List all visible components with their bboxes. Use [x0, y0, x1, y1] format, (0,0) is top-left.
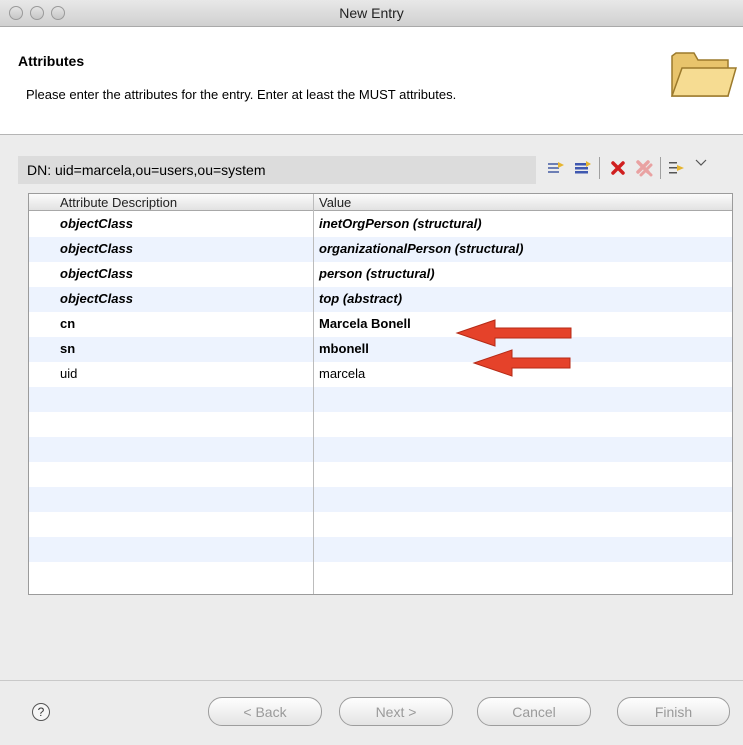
- table-row[interactable]: sn mbonell: [29, 337, 732, 362]
- empty-row: [29, 387, 732, 412]
- column-divider: [313, 194, 314, 594]
- delete-button[interactable]: [607, 157, 629, 179]
- column-header-value[interactable]: Value: [319, 195, 351, 210]
- attribute-cell: uid: [60, 366, 78, 381]
- empty-row: [29, 512, 732, 537]
- new-value-icon: [575, 161, 591, 174]
- delete-all-button[interactable]: [633, 157, 655, 179]
- folder-icon: [670, 52, 737, 97]
- empty-row: [29, 412, 732, 437]
- attribute-cell: sn: [60, 341, 76, 356]
- table-row[interactable]: objectClass top (abstract): [29, 287, 732, 312]
- back-button[interactable]: < Back: [208, 697, 322, 726]
- new-value-button[interactable]: [572, 157, 594, 179]
- annotation-arrow-icon: [455, 319, 572, 347]
- table-row[interactable]: uid marcela: [29, 362, 732, 387]
- new-entry-dialog: New Entry Attributes Please enter the at…: [0, 0, 743, 745]
- help-button[interactable]: ?: [32, 703, 50, 721]
- footer-divider: [0, 680, 743, 681]
- attribute-cell: objectClass: [60, 266, 133, 281]
- attributes-table[interactable]: Attribute Description Value objectClass …: [28, 193, 733, 595]
- page-description: Please enter the attributes for the entr…: [26, 87, 457, 102]
- empty-row: [29, 537, 732, 562]
- attribute-cell: objectClass: [60, 291, 133, 306]
- value-cell[interactable]: inetOrgPerson (structural): [319, 216, 482, 231]
- annotation-arrow-icon: [472, 349, 571, 377]
- cancel-button[interactable]: Cancel: [477, 697, 591, 726]
- value-cell[interactable]: mbonell: [319, 341, 369, 356]
- next-button[interactable]: Next >: [339, 697, 453, 726]
- finish-button[interactable]: Finish: [617, 697, 730, 726]
- value-cell[interactable]: top (abstract): [319, 291, 402, 306]
- delete-icon: [611, 161, 625, 175]
- window-title: New Entry: [339, 5, 404, 21]
- empty-row: [29, 437, 732, 462]
- table-row[interactable]: objectClass person (structural): [29, 262, 732, 287]
- attribute-cell: objectClass: [60, 241, 133, 256]
- new-attribute-button[interactable]: [545, 157, 567, 179]
- new-attribute-icon: [548, 162, 564, 173]
- wizard-header: Attributes Please enter the attributes f…: [0, 27, 743, 135]
- empty-row: [29, 487, 732, 512]
- table-header: Attribute Description Value: [29, 194, 732, 211]
- dn-bar: DN: uid=marcela,ou=users,ou=system: [18, 156, 536, 184]
- view-menu-button[interactable]: [694, 152, 708, 174]
- toolbar-separator: [660, 157, 661, 179]
- expand-button[interactable]: [666, 157, 688, 179]
- table-row[interactable]: cn Marcela Bonell: [29, 312, 732, 337]
- column-header-attribute[interactable]: Attribute Description: [60, 195, 177, 210]
- view-menu-chevron-icon: [695, 159, 707, 166]
- attribute-cell: cn: [60, 316, 76, 331]
- value-cell[interactable]: Marcela Bonell: [319, 316, 411, 331]
- value-cell[interactable]: person (structural): [319, 266, 435, 281]
- table-row[interactable]: objectClass inetOrgPerson (structural): [29, 212, 732, 237]
- toolbar-separator: [599, 157, 600, 179]
- attribute-cell: objectClass: [60, 216, 133, 231]
- empty-row: [29, 462, 732, 487]
- delete-all-icon: [636, 160, 653, 177]
- title-bar: New Entry: [0, 0, 743, 27]
- expand-icon: [669, 162, 684, 174]
- dn-label: DN: uid=marcela,ou=users,ou=system: [27, 162, 266, 178]
- empty-row: [29, 562, 732, 587]
- table-row[interactable]: objectClass organizationalPerson (struct…: [29, 237, 732, 262]
- value-cell[interactable]: organizationalPerson (structural): [319, 241, 523, 256]
- value-cell[interactable]: marcela: [319, 366, 365, 381]
- page-title: Attributes: [18, 53, 85, 69]
